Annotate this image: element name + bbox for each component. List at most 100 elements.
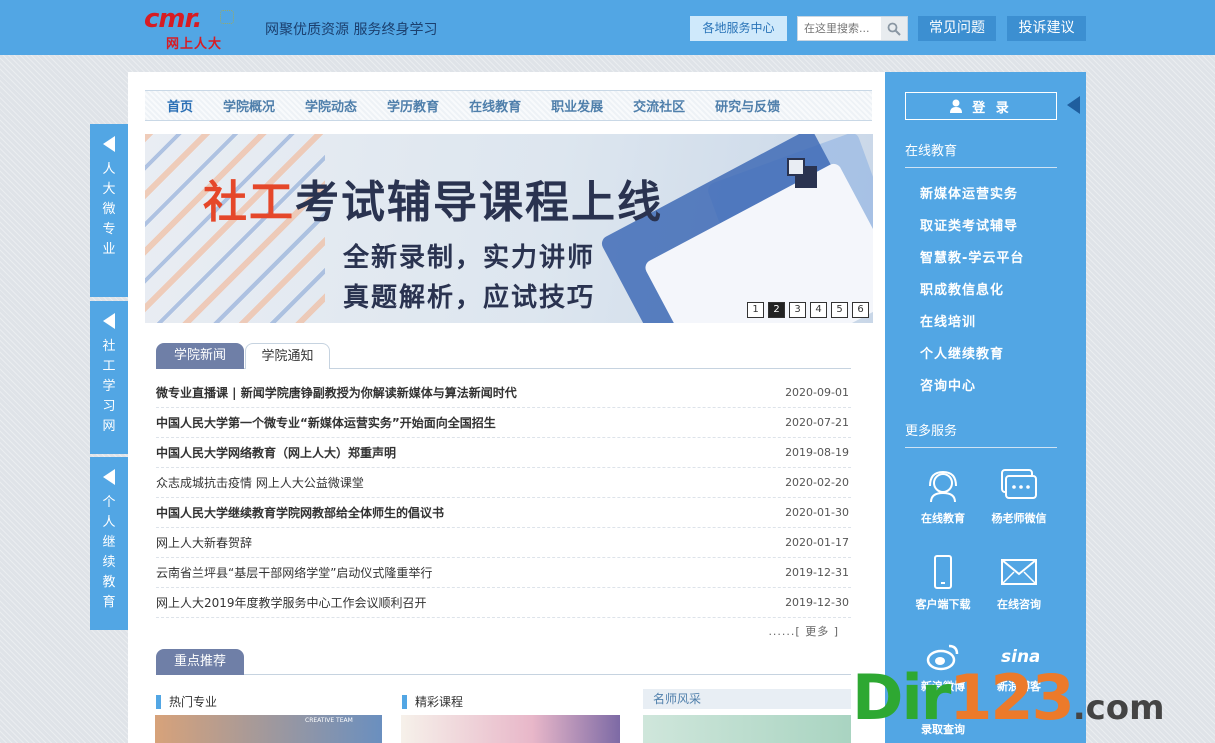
fine-courses-image[interactable] <box>401 715 620 743</box>
watermark-dir: Dir <box>852 661 951 734</box>
pager-dot[interactable]: 4 <box>810 302 827 318</box>
side-tab-label: 个人继续教育 <box>102 495 116 610</box>
watermark-dotcom: .com <box>1072 688 1165 728</box>
service-label: 杨老师微信 <box>991 512 1047 525</box>
banner-title-rest: 考试辅导课程上线 <box>295 177 663 228</box>
nav-online[interactable]: 在线教育 <box>469 96 521 115</box>
fine-courses-title[interactable]: 精彩课程 <box>402 695 463 709</box>
sidebar-link[interactable]: 智慧教-学云平台 <box>920 247 1024 266</box>
hot-majors-title[interactable]: 热门专业 <box>156 695 217 709</box>
pager-dot[interactable]: 1 <box>747 302 764 318</box>
service-online-consult[interactable]: 在线咨询 <box>983 554 1055 612</box>
pager-dot[interactable]: 3 <box>789 302 806 318</box>
site-logo[interactable]: cmr. 网上人大 <box>144 6 240 52</box>
nav-career[interactable]: 职业发展 <box>551 96 603 115</box>
collapse-arrow-icon[interactable] <box>1067 96 1080 114</box>
pager-dot[interactable]: 6 <box>852 302 869 318</box>
sidebar-link[interactable]: 在线培训 <box>920 311 976 330</box>
news-tabs: 学院新闻 学院通知 <box>156 343 851 369</box>
more-link[interactable]: ......[ 更多 ] <box>768 623 839 639</box>
more-services-title: 更多服务 <box>905 420 1057 448</box>
banner-decoration <box>787 158 805 176</box>
service-online-edu[interactable]: 在线教育 <box>907 468 979 526</box>
pager-dot[interactable]: 5 <box>831 302 848 318</box>
main-nav: 首页 学院概况 学院动态 学历教育 在线教育 职业发展 交流社区 研究与反馈 <box>145 90 872 121</box>
banner-title-highlight: 社工 <box>203 177 295 228</box>
complain-link[interactable]: 投诉建议 <box>1007 16 1086 41</box>
news-title[interactable]: 中国人民大学第一个微专业“新媒体运营实务”开始面向全国招生 <box>156 408 496 437</box>
news-date: 2019-12-30 <box>785 596 849 609</box>
service-label: 在线教育 <box>921 512 965 525</box>
sidebar-link[interactable]: 个人继续教育 <box>920 343 1004 362</box>
arrow-left-icon <box>103 136 115 152</box>
nav-home[interactable]: 首页 <box>167 96 193 115</box>
news-item[interactable]: 网上人大2019年度教学服务中心工作会议顺利召开 2019-12-30 <box>156 588 851 618</box>
arrow-left-icon <box>103 313 115 329</box>
side-tab-label: 人大微专业 <box>102 162 116 257</box>
side-tab-micro-major[interactable]: 人大微专业 <box>90 124 128 297</box>
banner-title: 社工考试辅导课程上线 <box>203 166 663 230</box>
search-box <box>797 16 908 41</box>
nav-news[interactable]: 学院动态 <box>305 96 357 115</box>
sidebar-link[interactable]: 咨询中心 <box>920 375 976 394</box>
search-icon <box>887 22 901 36</box>
pager-dot-active[interactable]: 2 <box>768 302 785 318</box>
news-title[interactable]: 众志成城抗击疫情 网上人大公益微课堂 <box>156 468 364 497</box>
chat-icon <box>1001 469 1037 499</box>
image-caption: CREATIVE TEAM <box>305 717 353 724</box>
side-tab-social-work[interactable]: 社工学习网 <box>90 301 128 454</box>
nav-community[interactable]: 交流社区 <box>633 96 685 115</box>
news-date: 2020-09-01 <box>785 386 849 399</box>
news-date: 2019-08-19 <box>785 446 849 459</box>
phone-icon <box>934 555 952 589</box>
news-item[interactable]: 众志成城抗击疫情 网上人大公益微课堂 2020-02-20 <box>156 468 851 498</box>
nav-degree[interactable]: 学历教育 <box>387 96 439 115</box>
user-icon <box>950 99 963 113</box>
search-button[interactable] <box>881 17 907 40</box>
nav-about[interactable]: 学院概况 <box>223 96 275 115</box>
tab-college-news[interactable]: 学院新闻 <box>156 343 244 369</box>
right-sidebar: 登 录 在线教育 新媒体运营实务 取证类考试辅导 智慧教-学云平台 职成教信息化… <box>885 72 1086 743</box>
news-item[interactable]: 中国人民大学继续教育学院网教部给全体师生的倡议书 2020-01-30 <box>156 498 851 528</box>
news-item[interactable]: 微专业直播课 | 新闻学院唐铮副教授为你解读新媒体与算法新闻时代 2020-09-… <box>156 378 851 408</box>
hot-majors-image[interactable]: CREATIVE TEAM <box>155 715 382 743</box>
site-slogan: 网聚优质资源 服务终身学习 <box>265 22 438 38</box>
news-title[interactable]: 中国人民大学网络教育（网上人大）郑重声明 <box>156 438 396 467</box>
news-item[interactable]: 网上人大新春贺辞 2020-01-17 <box>156 528 851 558</box>
headset-icon <box>929 470 957 503</box>
news-item[interactable]: 中国人民大学第一个微专业“新媒体运营实务”开始面向全国招生 2020-07-21 <box>156 408 851 438</box>
news-title[interactable]: 网上人大2019年度教学服务中心工作会议顺利召开 <box>156 588 427 617</box>
news-title[interactable]: 微专业直播课 | 新闻学院唐铮副教授为你解读新媒体与算法新闻时代 <box>156 378 517 407</box>
nav-research[interactable]: 研究与反馈 <box>715 96 780 115</box>
news-title[interactable]: 中国人民大学继续教育学院网教部给全体师生的倡议书 <box>156 498 444 527</box>
service-label: 在线咨询 <box>997 598 1041 611</box>
sidebar-link[interactable]: 职成教信息化 <box>920 279 1004 298</box>
service-center-button[interactable]: 各地服务中心 <box>690 16 787 41</box>
news-title[interactable]: 网上人大新春贺辞 <box>156 528 252 557</box>
tab-college-notice[interactable]: 学院通知 <box>245 343 330 369</box>
sidebar-link[interactable]: 取证类考试辅导 <box>920 215 1018 234</box>
banner-carousel[interactable]: 社工考试辅导课程上线 全新录制，实力讲师 真题解析，应试技巧 1 2 3 4 5… <box>145 134 873 323</box>
dir123-watermark: Dir123.com <box>852 661 1165 734</box>
faq-link[interactable]: 常见问题 <box>918 16 996 41</box>
online-edu-title: 在线教育 <box>905 140 1057 168</box>
banner-sub-line: 全新录制，实力讲师 <box>343 243 596 273</box>
banner-sub-line: 真题解析，应试技巧 <box>343 283 596 313</box>
sidebar-link[interactable]: 新媒体运营实务 <box>920 183 1018 202</box>
news-item[interactable]: 云南省兰坪县“基层干部网络学堂”启动仪式隆重举行 2019-12-31 <box>156 558 851 588</box>
tab-recommend[interactable]: 重点推荐 <box>156 649 244 675</box>
famous-teachers-image[interactable] <box>643 715 851 743</box>
side-tab-continuing-edu[interactable]: 个人继续教育 <box>90 457 128 630</box>
top-bar: cmr. 网上人大 网聚优质资源 服务终身学习 各地服务中心 常见问题 投诉建议 <box>0 0 1215 55</box>
service-teacher-wechat[interactable]: 杨老师微信 <box>983 468 1055 526</box>
search-input[interactable] <box>798 17 882 40</box>
news-title[interactable]: 云南省兰坪县“基层干部网络学堂”启动仪式隆重举行 <box>156 558 432 587</box>
service-app-download[interactable]: 客户端下载 <box>907 554 979 612</box>
login-button[interactable]: 登 录 <box>905 92 1057 120</box>
famous-teachers-title[interactable]: 名师风采 <box>643 689 851 709</box>
news-item[interactable]: 中国人民大学网络教育（网上人大）郑重声明 2019-08-19 <box>156 438 851 468</box>
news-list: 微专业直播课 | 新闻学院唐铮副教授为你解读新媒体与算法新闻时代 2020-09-… <box>156 378 851 618</box>
mail-icon <box>1001 559 1037 585</box>
banner-subtitle: 全新录制，实力讲师 真题解析，应试技巧 <box>343 238 595 318</box>
logo-subtitle: 网上人大 <box>166 37 223 52</box>
